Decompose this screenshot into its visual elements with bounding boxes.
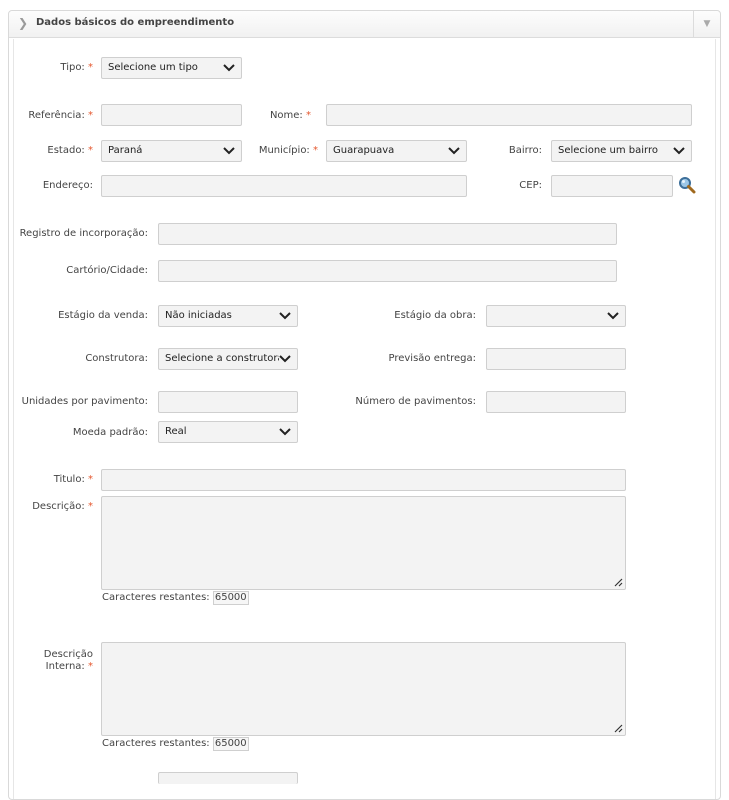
estagio-venda-select[interactable]: Não iniciadas (158, 305, 298, 327)
tipo-label: Tipo: * (60, 62, 93, 73)
registro-input[interactable] (158, 223, 617, 245)
chevron-down-icon (279, 428, 291, 436)
registro-label: Registro de incorporação: (19, 228, 148, 239)
cep-input[interactable] (551, 175, 673, 197)
chevron-down-icon (673, 147, 685, 155)
cep-label: CEP: (519, 180, 542, 191)
remaining-count: 65000 (212, 737, 249, 751)
previsao-label: Previsão entrega: (388, 353, 476, 364)
estado-select[interactable]: Paraná (101, 140, 242, 162)
panel-header[interactable]: ❯ Dados básicos do empreendimento ▼ (9, 11, 720, 38)
resize-grip-icon[interactable] (614, 578, 623, 587)
titulo-label: Titulo: * (53, 474, 93, 485)
cartorio-label: Cartório/Cidade: (66, 265, 148, 276)
moeda-select[interactable]: Real (158, 421, 298, 443)
construtora-label: Construtora: (85, 353, 148, 364)
unidades-label: Unidades por pavimento: (21, 396, 148, 407)
referencia-label: Referência: * (28, 110, 93, 121)
chevron-down-icon (607, 312, 619, 320)
nome-label: Nome: * (269, 110, 311, 121)
descricao-interna-textarea[interactable] (101, 642, 626, 736)
collapse-toggle-button[interactable]: ▼ (693, 11, 720, 37)
descricao-interna-counter: Caracteres restantes: 65000 (102, 737, 249, 751)
estado-label: Estado: * (47, 145, 93, 156)
estagio-venda-label: Estágio da venda: (58, 310, 148, 321)
titulo-input[interactable] (101, 469, 626, 491)
estagio-obra-label: Estágio da obra: (394, 310, 476, 321)
descricao-textarea[interactable] (101, 496, 626, 590)
chevron-right-icon[interactable]: ❯ (18, 16, 28, 30)
referencia-input[interactable] (101, 104, 242, 126)
resize-grip-icon[interactable] (614, 724, 623, 733)
next-field-select-partial[interactable] (158, 772, 298, 784)
descricao-label: Descrição: * (32, 501, 93, 512)
search-icon[interactable] (678, 176, 696, 194)
bairro-select[interactable]: Selecione um bairro (551, 140, 692, 162)
endereco-input[interactable] (101, 175, 467, 197)
endereco-label: Endereço: (42, 180, 93, 191)
nome-input[interactable] (326, 104, 692, 126)
chevron-down-icon (223, 147, 235, 155)
construtora-select[interactable]: Selecione a construtora (158, 348, 298, 370)
municipio-select[interactable]: Guarapuava (326, 140, 467, 162)
num-pavimentos-label: Número de pavimentos: (355, 396, 476, 407)
descricao-counter: Caracteres restantes: 65000 (102, 591, 249, 605)
bairro-label: Bairro: (508, 145, 542, 156)
num-pavimentos-input[interactable] (486, 391, 626, 413)
chevron-down-icon (223, 64, 235, 72)
chevron-down-icon (279, 312, 291, 320)
panel-title: Dados básicos do empreendimento (36, 17, 235, 28)
unidades-input[interactable] (158, 391, 298, 413)
moeda-label: Moeda padrão: (72, 427, 148, 438)
descricao-interna-label: Descrição Interna: * (43, 649, 93, 672)
chevron-down-icon (279, 354, 291, 364)
cartorio-input[interactable] (158, 260, 617, 282)
tipo-select[interactable]: Selecione um tipo (101, 57, 242, 79)
remaining-count: 65000 (212, 591, 249, 605)
estagio-obra-select[interactable] (486, 305, 626, 327)
municipio-label: Município: * (258, 145, 318, 156)
previsao-input[interactable] (486, 348, 626, 370)
chevron-down-icon (448, 147, 460, 155)
